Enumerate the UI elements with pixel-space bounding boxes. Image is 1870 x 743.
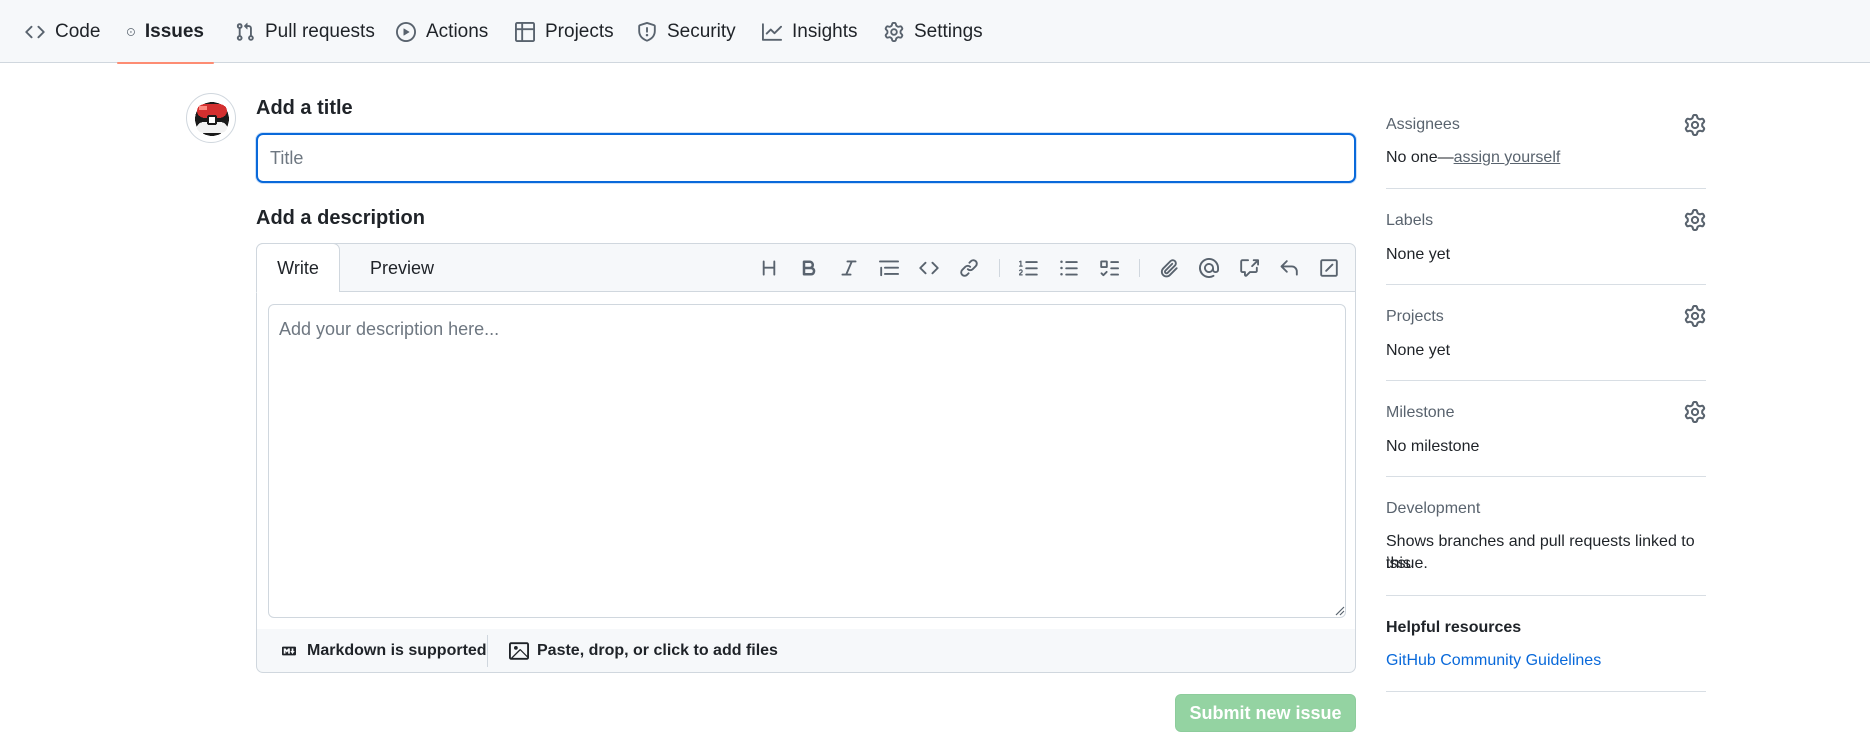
title-input[interactable] (256, 133, 1356, 183)
mention-icon[interactable] (1197, 256, 1221, 280)
quote-icon[interactable] (877, 256, 901, 280)
sidebar-helpful-resources: Helpful resources GitHub Community Guide… (1386, 596, 1706, 692)
tab-pull-requests[interactable]: Pull requests (225, 0, 385, 63)
tab-code[interactable]: Code (15, 0, 110, 63)
labels-value: None yet (1386, 246, 1451, 263)
sidebar-labels: Labels None yet (1386, 189, 1706, 285)
code-icon (25, 25, 45, 38)
markdown-supported-link[interactable]: Markdown is supported (279, 637, 487, 665)
slash-command-icon[interactable] (1317, 256, 1341, 280)
tab-pull-requests-label: Pull requests (265, 20, 375, 42)
sidebar-assignees: Assignees No one—assign yourself (1386, 105, 1706, 189)
labels-heading: Labels (1386, 212, 1434, 229)
editor-footer: Markdown is supported Paste, drop, or cl… (257, 629, 1355, 673)
assignees-gear-icon[interactable] (1684, 114, 1706, 136)
submit-issue-button[interactable]: Submit new issue (1175, 694, 1356, 732)
bold-icon[interactable] (797, 256, 821, 280)
helpful-resources-heading: Helpful resources (1386, 619, 1522, 636)
tab-issues[interactable]: Issues (117, 0, 214, 64)
toolbar-divider (1139, 259, 1140, 277)
shield-icon (638, 21, 656, 42)
tab-settings-label: Settings (914, 20, 983, 42)
assign-yourself-link[interactable]: assign yourself (1454, 149, 1561, 166)
labels-gear-icon[interactable] (1684, 209, 1706, 231)
tab-actions[interactable]: Actions (386, 0, 498, 63)
avatar[interactable] (186, 93, 236, 143)
footer-divider (487, 635, 488, 667)
community-guidelines-link[interactable]: GitHub Community Guidelines (1386, 650, 1601, 672)
tab-security[interactable]: Security (627, 0, 746, 63)
toolbar-divider (999, 259, 1000, 277)
sidebar-development: Development Shows branches and pull requ… (1386, 477, 1706, 596)
italic-icon[interactable] (837, 256, 861, 280)
git-pull-request-icon (236, 22, 254, 41)
unordered-list-icon[interactable] (1057, 256, 1081, 280)
tab-issues-label: Issues (144, 20, 204, 42)
milestone-gear-icon[interactable] (1684, 401, 1706, 423)
development-heading: Development (1386, 500, 1481, 517)
tab-insights[interactable]: Insights (752, 0, 867, 63)
tab-settings[interactable]: Settings (874, 0, 993, 63)
development-value-line2: issue. (1386, 555, 1428, 572)
milestone-heading: Milestone (1386, 404, 1455, 421)
sidebar-projects: Projects None yet (1386, 285, 1706, 381)
image-icon (509, 642, 529, 660)
reply-icon[interactable] (1277, 256, 1301, 280)
link-icon[interactable] (957, 256, 981, 280)
assignees-none-text: No one— (1386, 149, 1454, 166)
paperclip-icon[interactable] (1157, 256, 1181, 280)
projects-value: None yet (1386, 342, 1451, 359)
sidebar-milestone: Milestone No milestone (1386, 381, 1706, 477)
tab-preview[interactable]: Preview (357, 244, 447, 293)
attach-files-button[interactable]: Paste, drop, or click to add files (509, 637, 778, 665)
play-icon (396, 21, 416, 42)
assignees-heading: Assignees (1386, 116, 1460, 133)
editor-header: Write Preview (256, 243, 1355, 293)
code-icon[interactable] (917, 256, 941, 280)
milestone-value: No milestone (1386, 438, 1480, 455)
resize-handle-icon[interactable] (1335, 606, 1345, 616)
assignees-value: No one—assign yourself (1386, 147, 1560, 169)
pokeball-icon (195, 102, 229, 136)
title-heading: Add a title (256, 97, 353, 119)
tab-projects-label: Projects (545, 20, 614, 42)
markdown-icon (282, 646, 296, 656)
development-value-line1: Shows branches and pull requests linked … (1386, 533, 1695, 572)
tab-write[interactable]: Write (256, 243, 340, 293)
issue-opened-icon (127, 27, 135, 36)
tab-code-label: Code (55, 20, 101, 42)
tab-security-label: Security (667, 20, 736, 42)
tab-insights-label: Insights (792, 20, 858, 42)
task-list-icon[interactable] (1097, 256, 1121, 280)
table-icon (515, 21, 535, 42)
markdown-note: Markdown is supported (307, 642, 487, 659)
description-textarea[interactable] (268, 304, 1346, 618)
graph-icon (762, 22, 782, 41)
tab-actions-label: Actions (426, 20, 489, 42)
tab-projects[interactable]: Projects (505, 0, 624, 63)
projects-gear-icon[interactable] (1684, 305, 1706, 327)
cross-reference-icon[interactable] (1237, 256, 1261, 280)
heading-icon[interactable] (757, 256, 781, 280)
markdown-editor: Write Preview Markdown is supported Past… (256, 243, 1356, 673)
description-heading: Add a description (256, 207, 425, 229)
attach-note: Paste, drop, or click to add files (537, 642, 778, 659)
repo-nav: Code Issues Pull requests Actions Projec… (0, 0, 1870, 64)
projects-heading: Projects (1386, 308, 1444, 325)
ordered-list-icon[interactable] (1017, 256, 1041, 280)
gear-icon (884, 21, 904, 42)
